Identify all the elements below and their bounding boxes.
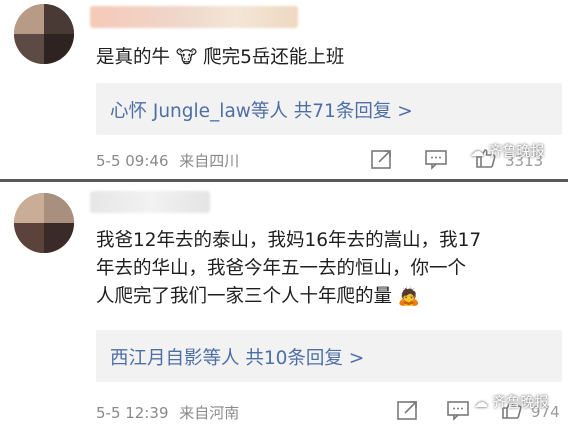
watermark: ☁ 齐鲁晚报 [474, 395, 549, 411]
comment-location: 来自河南 [179, 404, 240, 422]
comment-date: 5-5 09:46 [96, 152, 169, 170]
cow-emoji: 🐮 [175, 47, 198, 68]
weibo-logo-icon: ☁ [474, 395, 488, 411]
bowing-emoji: 🙇 [397, 286, 421, 307]
comment-text: 是真的牛 🐮 爬完5岳还能上班 [96, 44, 546, 72]
reply-summary-box[interactable]: 心怀 Jungle_law等人 共71条回复 > [96, 83, 562, 135]
blurred-username[interactable] [90, 6, 298, 28]
watermark: ☁ 齐鲁晚报 [470, 144, 545, 160]
comment-meta: 5-5 09:46 来自四川 [96, 150, 245, 171]
reply-summary-box[interactable]: 西江月自影等人 共10条回复 > [96, 330, 562, 382]
comment-icon[interactable] [424, 148, 448, 170]
reply-summary-link[interactable]: 心怀 Jungle_law等人 共71条回复 > [110, 97, 413, 123]
comment-date: 5-5 12:39 [96, 404, 169, 422]
comment-text: 我爸12年去的泰山，我妈16年去的嵩山，我17 年去的华山，我爸今年五一去的恒山… [96, 227, 546, 311]
share-icon[interactable] [396, 399, 420, 421]
blurred-username[interactable] [90, 191, 210, 213]
comment-item: 是真的牛 🐮 爬完5岳还能上班 心怀 Jungle_law等人 共71条回复 >… [0, 0, 568, 180]
comment-icon[interactable] [446, 399, 470, 421]
comment-location: 来自四川 [179, 152, 240, 170]
reply-summary-link[interactable]: 西江月自影等人 共10条回复 > [110, 344, 364, 370]
avatar[interactable] [14, 4, 74, 64]
share-icon[interactable] [370, 148, 394, 170]
comment-item: 我爸12年去的泰山，我妈16年去的嵩山，我17 年去的华山，我爸今年五一去的恒山… [0, 181, 568, 426]
weibo-logo-icon: ☁ [470, 144, 484, 160]
comment-meta: 5-5 12:39 来自河南 [96, 402, 245, 423]
avatar[interactable] [14, 193, 74, 253]
